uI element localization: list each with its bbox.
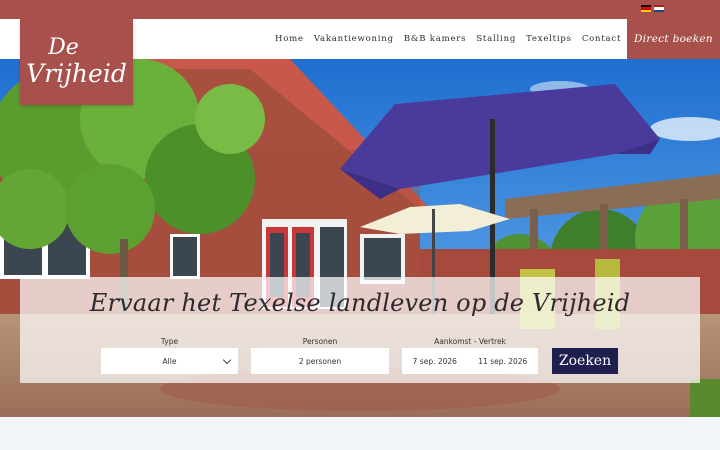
nav-texeltips[interactable]: Texeltips <box>521 34 577 44</box>
content-band <box>0 417 720 450</box>
flag-nl-icon[interactable] <box>654 5 664 12</box>
hero-image: Ervaar het Texelse landleven op de Vrijh… <box>0 59 720 417</box>
main-nav: Home Vakantiewoning B&B kamers Stalling … <box>270 19 626 59</box>
departure-date[interactable]: 11 sep. 2026 <box>478 357 527 366</box>
language-switcher <box>641 5 664 12</box>
type-label: Type <box>160 337 179 346</box>
logo-line-2: Vrijheid <box>26 59 127 88</box>
date-range-field[interactable]: 7 sep. 2026 11 sep. 2026 <box>402 348 538 374</box>
booking-search-panel: Ervaar het Texelse landleven op de Vrijh… <box>20 277 700 383</box>
persons-label: Personen <box>302 337 338 346</box>
nav-contact[interactable]: Contact <box>577 34 626 44</box>
nav-stalling[interactable]: Stalling <box>471 34 521 44</box>
persons-value: 2 personen <box>298 356 342 366</box>
arrival-date[interactable]: 7 sep. 2026 <box>413 357 457 366</box>
chevron-down-icon <box>222 355 232 365</box>
site-logo[interactable]: De Vrijheid <box>20 19 133 105</box>
type-select[interactable]: Alle <box>101 348 238 374</box>
top-bar <box>0 0 720 19</box>
nav-bb-kamers[interactable]: B&B kamers <box>399 34 472 44</box>
dates-label: Aankomst - Vertrek <box>434 337 506 346</box>
direct-boeken-button[interactable]: Direct boeken <box>627 19 720 59</box>
type-value: Alle <box>162 356 177 366</box>
nav-home[interactable]: Home <box>270 34 309 44</box>
nav-vakantiewoning[interactable]: Vakantiewoning <box>309 34 399 44</box>
hero-headline: Ervaar het Texelse landleven op de Vrijh… <box>89 289 631 317</box>
persons-select[interactable]: 2 personen <box>251 348 389 374</box>
search-button[interactable]: Zoeken <box>552 348 618 374</box>
flag-de-icon[interactable] <box>641 5 651 12</box>
logo-line-1: De <box>48 35 79 60</box>
